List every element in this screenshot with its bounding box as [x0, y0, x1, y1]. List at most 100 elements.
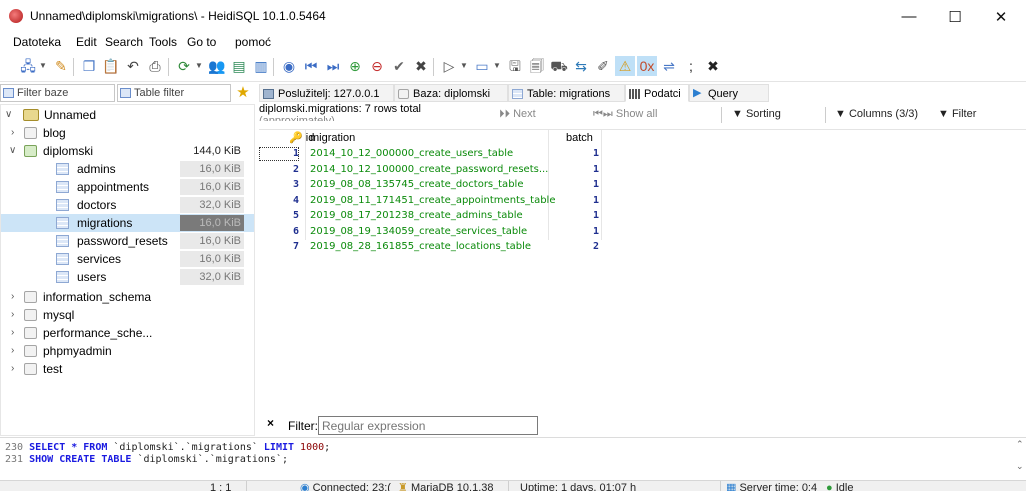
filter-databases-input[interactable]: Filter baze — [0, 84, 115, 102]
scroll-down-icon[interactable]: ⌄ — [1016, 461, 1024, 472]
chevron-right-icon[interactable]: › — [11, 342, 14, 360]
chevron-right-icon[interactable]: › — [11, 124, 14, 142]
cell-migration[interactable]: 2019_08_19_134059_create_services_table — [310, 225, 527, 239]
favorites-star-icon[interactable]: ★ — [233, 82, 253, 102]
cell-batch[interactable]: 1 — [555, 209, 599, 223]
prev-record-icon[interactable]: ⏮ — [301, 56, 321, 76]
menu-search[interactable]: Search — [105, 35, 143, 49]
dropdown-arrow-icon[interactable]: ▼ — [493, 61, 501, 70]
menu-datoteka[interactable]: Datoteka — [13, 35, 61, 49]
cell-batch[interactable]: 1 — [555, 178, 599, 192]
tree-node-phpmyadmin[interactable]: › phpmyadmin — [1, 342, 254, 360]
tree-node-blog[interactable]: › blog — [1, 124, 254, 142]
sorting-button[interactable]: ▼ Sorting — [732, 108, 781, 120]
save-icon[interactable]: 🖫 — [505, 56, 525, 76]
save-as-icon[interactable]: 🗐 — [527, 56, 547, 76]
sql-log[interactable]: 230 SELECT * FROM `diplomski`.`migration… — [0, 437, 1026, 479]
dropdown-arrow-icon[interactable]: ▼ — [460, 61, 468, 70]
tree-node-root[interactable]: ∨ Unnamed — [1, 106, 254, 124]
cell-id[interactable]: 4 — [259, 194, 299, 208]
cell-migration[interactable]: 2019_08_11_171451_create_appointments_ta… — [310, 194, 555, 208]
cell-batch[interactable]: 2 — [555, 240, 599, 254]
scroll-up-icon[interactable]: ⌃ — [1016, 439, 1026, 450]
delete-row-icon[interactable]: ⊖ — [367, 56, 387, 76]
disconnect-icon[interactable]: ✖ — [703, 56, 723, 76]
filter-input[interactable] — [318, 416, 538, 435]
cell-batch[interactable]: 1 — [555, 147, 599, 161]
chevron-down-icon[interactable]: ∨ — [9, 142, 16, 160]
cell-id[interactable]: 5 — [259, 209, 299, 223]
cell-migration[interactable]: 2019_08_08_135745_create_doctors_table — [310, 178, 523, 192]
minimize-button[interactable]: — — [886, 0, 932, 33]
tree-node-diplomski[interactable]: ∨ diplomski 144,0 KiB — [1, 142, 254, 160]
tree-table-services[interactable]: services 16,0 KiB — [1, 250, 254, 268]
tab-server[interactable]: Poslužitelj: 127.0.0.1 — [259, 84, 394, 102]
cancel-icon[interactable]: ✖ — [411, 56, 431, 76]
format-icon[interactable]: ✐ — [593, 56, 613, 76]
print-icon[interactable]: ⎙ — [145, 56, 165, 76]
tree-table-users[interactable]: users 32,0 KiB — [1, 268, 254, 286]
next-button[interactable]: ⏵⏵ Next — [499, 108, 536, 121]
copy-icon[interactable]: ❐ — [79, 56, 99, 76]
cell-batch[interactable]: 1 — [555, 225, 599, 239]
tab-data[interactable]: Podatci — [625, 84, 689, 102]
replace-icon[interactable]: ⇆ — [571, 56, 591, 76]
export-icon[interactable]: ▥ — [251, 56, 271, 76]
tree-table-appointments[interactable]: appointments 16,0 KiB — [1, 178, 254, 196]
menu-pomoc[interactable]: pomoć — [235, 35, 271, 49]
cell-id[interactable]: 6 — [259, 225, 299, 239]
session-manager-icon[interactable]: 🖧 — [18, 56, 38, 76]
chevron-right-icon[interactable]: › — [11, 360, 14, 378]
refresh-icon[interactable]: ⟳ — [174, 56, 194, 76]
tree-node-information-schema[interactable]: › information_schema — [1, 288, 254, 306]
insert-row-icon[interactable]: ⊕ — [345, 56, 365, 76]
filter-button[interactable]: ▼ Filter — [938, 108, 976, 120]
show-all-button[interactable]: ⏮⏭ Show all — [593, 108, 657, 121]
statement-end-icon[interactable]: ; — [681, 56, 701, 76]
tree-node-mysql[interactable]: › mysql — [1, 306, 254, 324]
cell-migration[interactable]: 2014_10_12_000000_create_users_table — [310, 147, 513, 161]
explain-icon[interactable]: ▭ — [472, 56, 492, 76]
tab-table[interactable]: Table: migrations — [508, 84, 625, 102]
close-window-button[interactable]: ✕ — [978, 0, 1024, 33]
cell-id[interactable]: 1 — [259, 147, 299, 161]
tree-table-admins[interactable]: admins 16,0 KiB — [1, 160, 254, 178]
wrap-icon[interactable]: ⇌ — [659, 56, 679, 76]
cell-migration[interactable]: 2019_08_17_201238_create_admins_table — [310, 209, 523, 223]
tab-query[interactable]: ▶ Query — [689, 84, 769, 102]
user-manager-icon[interactable]: 👥 — [207, 56, 227, 76]
edit-icon[interactable]: ✎ — [51, 56, 71, 76]
cell-migration[interactable]: 2019_08_28_161855_create_locations_table — [310, 240, 531, 254]
close-filter-icon[interactable]: × — [267, 416, 274, 430]
paste-icon[interactable]: 📋 — [101, 56, 121, 76]
import-icon[interactable]: ▤ — [229, 56, 249, 76]
chevron-down-icon[interactable]: ∨ — [5, 106, 12, 124]
maximize-button[interactable]: ☐ — [932, 0, 978, 33]
tree-node-performance-schema[interactable]: › performance_sche... — [1, 324, 254, 342]
run-query-icon[interactable]: ▷ — [439, 56, 459, 76]
tree-table-password-resets[interactable]: password_resets 16,0 KiB — [1, 232, 254, 250]
first-record-icon[interactable]: ◉ — [279, 56, 299, 76]
log-scrollbar[interactable]: ⌃ ⌄ — [1016, 439, 1026, 477]
chevron-right-icon[interactable]: › — [11, 288, 14, 306]
cell-batch[interactable]: 1 — [555, 163, 599, 177]
tab-database[interactable]: Baza: diplomski — [394, 84, 508, 102]
dropdown-arrow-icon[interactable]: ▼ — [195, 61, 203, 70]
tree-node-test[interactable]: › test — [1, 360, 254, 378]
warning-icon[interactable]: ⚠ — [615, 56, 635, 76]
dropdown-arrow-icon[interactable]: ▼ — [39, 61, 47, 70]
menu-goto[interactable]: Go to — [187, 35, 216, 49]
chevron-right-icon[interactable]: › — [11, 306, 14, 324]
undo-icon[interactable]: ↶ — [123, 56, 143, 76]
menu-edit[interactable]: Edit — [76, 35, 97, 49]
hex-icon[interactable]: 0x — [637, 56, 657, 76]
table-filter-input[interactable]: Table filter — [117, 84, 231, 102]
binoculars-icon[interactable]: ⛟ — [549, 56, 569, 76]
cell-id[interactable]: 2 — [259, 163, 299, 177]
cell-migration[interactable]: 2014_10_12_100000_create_password_resets… — [310, 163, 548, 177]
column-header-batch[interactable]: batch — [566, 130, 593, 146]
cell-id[interactable]: 3 — [259, 178, 299, 192]
column-header-migration[interactable]: migration — [310, 130, 355, 146]
tree-table-doctors[interactable]: doctors 32,0 KiB — [1, 196, 254, 214]
post-icon[interactable]: ✔ — [389, 56, 409, 76]
